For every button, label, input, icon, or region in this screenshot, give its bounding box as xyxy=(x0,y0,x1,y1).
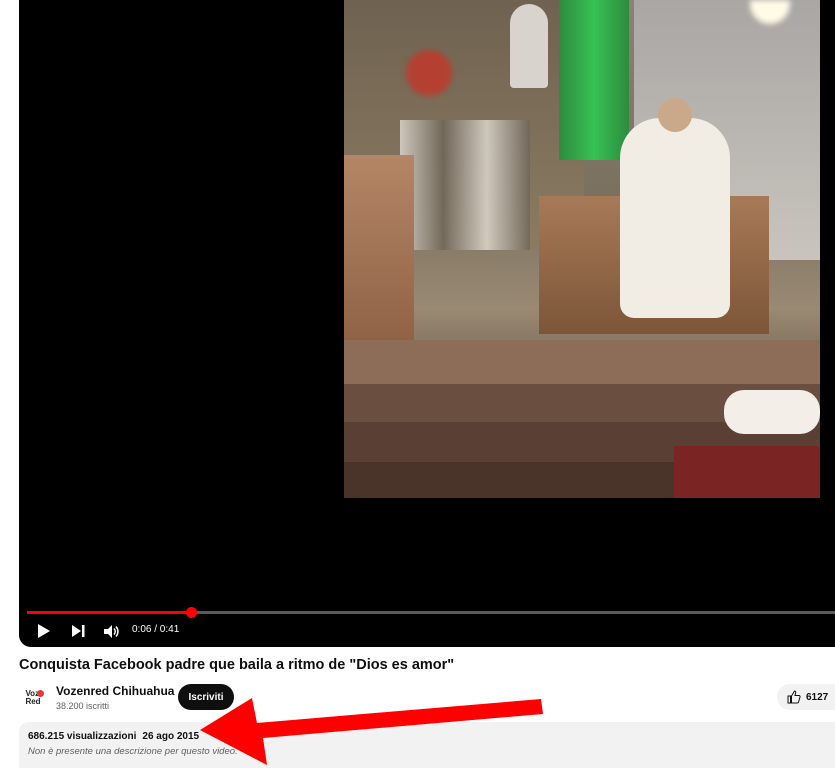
altar-left xyxy=(344,155,414,360)
next-icon xyxy=(71,625,84,637)
progress-fill xyxy=(27,611,191,614)
upload-date: 26 ago 2015 xyxy=(142,731,200,742)
next-button[interactable] xyxy=(67,618,89,644)
like-count: 6127 xyxy=(806,691,829,703)
avatar-logo-dot xyxy=(37,690,44,697)
volume-icon xyxy=(104,624,119,638)
altar-step xyxy=(344,340,820,384)
green-curtain xyxy=(559,0,629,160)
channel-name[interactable]: Vozenred Chihuahua xyxy=(56,684,174,698)
time-display: 0:06 / 0:41 xyxy=(132,624,180,635)
video-frame[interactable] xyxy=(344,0,820,498)
video-watch-page: 0:06 / 0:41 Conquista Facebook padre que… xyxy=(0,0,835,768)
description-empty-text: Non è presente una descrizione per quest… xyxy=(28,746,238,757)
thumbs-up-icon xyxy=(787,690,801,704)
video-title: Conquista Facebook padre que baila a rit… xyxy=(19,657,455,673)
volume-button[interactable] xyxy=(101,618,123,644)
progress-bar[interactable] xyxy=(27,607,835,618)
like-button[interactable]: 6127 xyxy=(777,684,835,710)
red-carpet xyxy=(674,446,820,498)
channel-avatar[interactable]: Voz Red xyxy=(19,684,47,712)
red-ornament xyxy=(406,50,452,96)
priest-head xyxy=(658,98,692,132)
play-icon xyxy=(38,624,50,638)
subscribe-button[interactable]: Iscriviti xyxy=(178,684,234,710)
priest-figure xyxy=(620,118,730,318)
statue-niche xyxy=(510,4,548,88)
view-count: 686.215 visualizzazioni xyxy=(28,731,137,742)
player-controls: 0:06 / 0:41 xyxy=(19,618,835,644)
description-box[interactable]: 686.215 visualizzazioni 26 ago 2015 Non è… xyxy=(19,722,835,768)
floor-cloth xyxy=(724,390,820,434)
subscriber-count: 38.200 iscritti xyxy=(56,701,110,711)
view-count-and-date: 686.215 visualizzazioni 26 ago 2015 xyxy=(28,731,199,742)
video-player[interactable]: 0:06 / 0:41 xyxy=(19,0,835,647)
background-clergy xyxy=(400,120,530,250)
progress-scrubber-handle[interactable] xyxy=(186,607,197,618)
play-button[interactable] xyxy=(33,618,55,644)
